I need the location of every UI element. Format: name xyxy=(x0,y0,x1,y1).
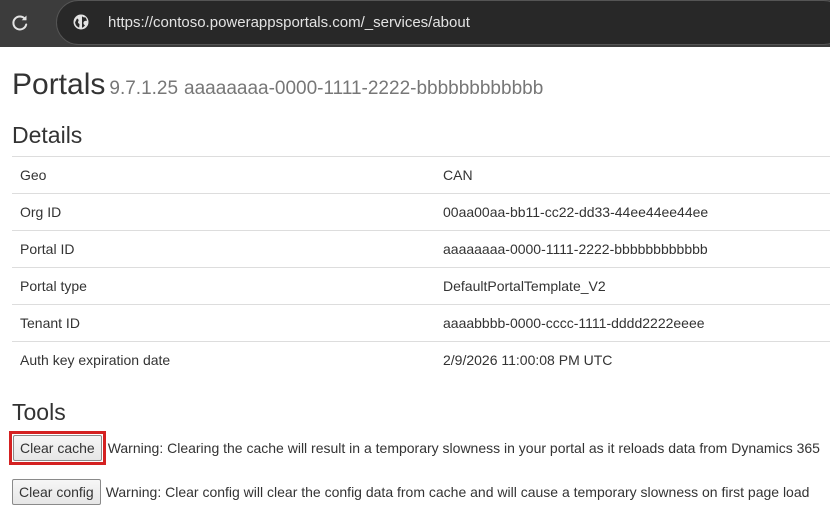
clear-config-warning: Warning: Clear config will clear the con… xyxy=(105,484,810,500)
detail-key: Org ID xyxy=(12,193,435,231)
table-row: Org ID 00aa00aa-bb11-cc22-dd33-44ee44ee4… xyxy=(12,193,830,231)
reload-icon[interactable] xyxy=(9,12,31,34)
page-title-text: Portals xyxy=(12,68,106,101)
detail-key: Portal ID xyxy=(12,230,435,268)
detail-key: Tenant ID xyxy=(12,304,435,342)
details-table: Geo CAN Org ID 00aa00aa-bb11-cc22-dd33-4… xyxy=(12,156,830,378)
detail-key: Geo xyxy=(12,156,435,194)
portal-version: 9.7.1.25 xyxy=(109,78,179,99)
table-row: Auth key expiration date 2/9/2026 11:00:… xyxy=(12,341,830,378)
portal-id-subtitle: aaaaaaaa-0000-1111-2222-bbbbbbbbbbbb xyxy=(184,78,544,99)
clear-config-row: Clear config Warning: Clear config will … xyxy=(12,479,809,505)
clear-cache-highlight: Clear cache xyxy=(9,431,106,465)
tools-heading: Tools xyxy=(12,399,66,425)
table-row: Portal type DefaultPortalTemplate_V2 xyxy=(12,267,830,305)
detail-value: CAN xyxy=(435,156,830,194)
detail-value: 2/9/2026 11:00:08 PM UTC xyxy=(435,341,830,378)
table-row: Portal ID aaaaaaaa-0000-1111-2222-bbbbbb… xyxy=(12,230,830,268)
table-row: Geo CAN xyxy=(12,156,830,194)
page-title: Portals 9.7.1.25 aaaaaaaa-0000-1111-2222-b… xyxy=(12,67,543,107)
details-heading: Details xyxy=(12,122,83,148)
browser-toolbar: https://contoso.powerappsportals.com/_se… xyxy=(0,0,830,47)
detail-value: aaaabbbb-0000-cccc-1111-dddd2222eeee xyxy=(435,304,830,342)
clear-cache-button[interactable]: Clear cache xyxy=(13,435,102,461)
clear-cache-row: Clear cache Warning: Clearing the cache … xyxy=(9,431,820,465)
site-info-icon[interactable] xyxy=(72,13,90,31)
address-bar[interactable]: https://contoso.powerappsportals.com/_se… xyxy=(56,0,830,45)
url-text[interactable]: https://contoso.powerappsportals.com/_se… xyxy=(108,14,470,31)
detail-value: aaaaaaaa-0000-1111-2222-bbbbbbbbbbbb xyxy=(435,230,830,268)
clear-cache-warning: Warning: Clearing the cache will result … xyxy=(107,440,820,456)
clear-config-button[interactable]: Clear config xyxy=(12,479,101,505)
table-row: Tenant ID aaaabbbb-0000-cccc-1111-dddd22… xyxy=(12,304,830,342)
detail-key: Portal type xyxy=(12,267,435,305)
detail-value: DefaultPortalTemplate_V2 xyxy=(435,267,830,305)
detail-key: Auth key expiration date xyxy=(12,341,435,378)
detail-value: 00aa00aa-bb11-cc22-dd33-44ee44ee44ee xyxy=(435,193,830,231)
